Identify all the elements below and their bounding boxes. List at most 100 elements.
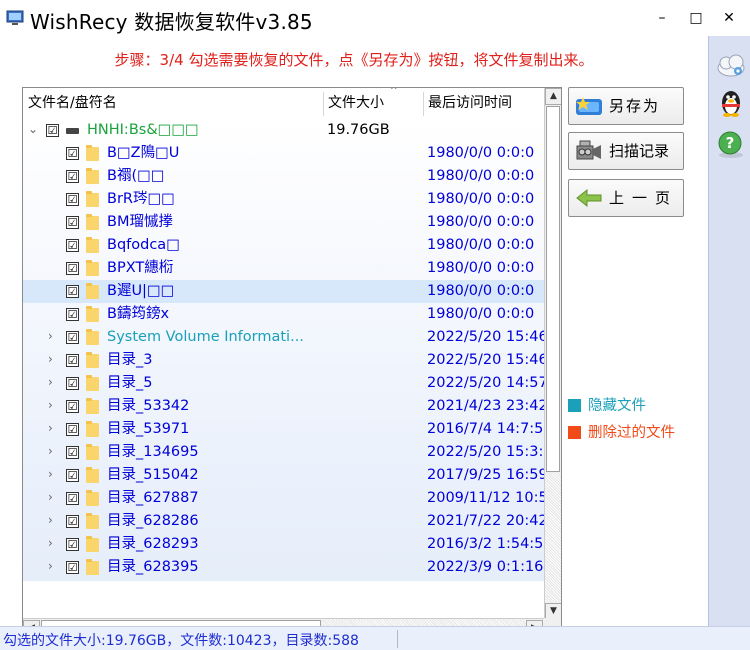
tree-row[interactable]: › ☑ 目录_627887 2009/11/12 10:5	[23, 487, 545, 510]
row-checkbox[interactable]: ☑	[66, 354, 79, 367]
right-sidebar: ?	[708, 36, 750, 626]
row-name: BM瑠慽搼	[107, 214, 173, 230]
collapse-chevron-icon[interactable]: ⌄	[28, 122, 40, 138]
expand-chevron-icon[interactable]: ›	[48, 467, 60, 483]
row-access-time: 1980/0/0 0:0:0	[427, 306, 535, 322]
status-divider	[397, 630, 398, 648]
tree-row[interactable]: › ☑ 目录_5 2022/5/20 14:57	[23, 372, 545, 395]
tree-row[interactable]: › ☑ 目录_515042 2017/9/25 16:59	[23, 464, 545, 487]
row-access-time: 2009/11/12 10:5	[427, 490, 545, 506]
tree-row[interactable]: ☑ Bqfodca□ 1980/0/0 0:0:0	[23, 234, 545, 257]
save-as-icon	[576, 97, 602, 115]
column-header-name[interactable]: 文件名/盘符名	[23, 88, 323, 118]
vertical-scroll-thumb[interactable]	[546, 106, 560, 472]
row-checkbox[interactable]: ☑	[66, 216, 79, 229]
folder-icon	[86, 490, 99, 506]
qq-penguin-icon[interactable]	[715, 88, 747, 118]
close-button[interactable]: ✕	[712, 5, 746, 31]
tree-row[interactable]: › ☑ 目录_628395 2022/3/9 0:1:16	[23, 556, 545, 579]
row-checkbox[interactable]: ☑	[66, 538, 79, 551]
row-checkbox[interactable]: ☑	[66, 147, 79, 160]
folder-icon	[86, 329, 99, 345]
title-bar: WishRecy 数据恢复软件v3.85 – □ ✕	[0, 0, 750, 36]
folder-icon	[86, 214, 99, 230]
vertical-scroll-track[interactable]	[545, 474, 561, 602]
tree-row[interactable]: ☑ BM瑠慽搼 1980/0/0 0:0:0	[23, 211, 545, 234]
vertical-scrollbar[interactable]: ▲ ▼	[544, 88, 561, 620]
row-checkbox[interactable]: ☑	[66, 515, 79, 528]
folder-icon	[86, 375, 99, 391]
tree-row[interactable]: ☑ B□Z隝□U 1980/0/0 0:0:0	[23, 142, 545, 165]
expand-chevron-icon[interactable]: ›	[48, 490, 60, 506]
tree-row[interactable]: ☑ BrR琌□□ 1980/0/0 0:0:0	[23, 188, 545, 211]
row-name: 目录_53971	[107, 421, 190, 437]
row-checkbox[interactable]: ☑	[66, 285, 79, 298]
expand-chevron-icon[interactable]: ›	[48, 559, 60, 575]
tree-row[interactable]: ☑ B禤(□□ 1980/0/0 0:0:0	[23, 165, 545, 188]
tree-row[interactable]: › ☑ 目录_628286 2021/7/22 20:42	[23, 510, 545, 533]
expand-chevron-icon[interactable]: ›	[48, 444, 60, 460]
tree-row[interactable]: ☑ B鑄筠鎊x 1980/0/0 0:0:0	[23, 303, 545, 326]
drive-icon	[66, 128, 79, 134]
column-header-size[interactable]: 文件大小	[323, 88, 423, 118]
tree-row[interactable]: ☑ B遲U|□□ 1980/0/0 0:0:0	[23, 280, 545, 303]
expand-chevron-icon[interactable]: ›	[48, 375, 60, 391]
tree-row[interactable]: › ☑ 目录_53971 2016/7/4 14:7:5	[23, 418, 545, 441]
row-checkbox[interactable]: ☑	[66, 492, 79, 505]
row-name: 目录_53342	[107, 398, 190, 414]
row-checkbox[interactable]: ☑	[66, 377, 79, 390]
row-checkbox[interactable]: ☑	[66, 170, 79, 183]
scan-record-icon	[576, 140, 601, 160]
row-access-time: 2016/7/4 14:7:5	[427, 421, 544, 437]
row-checkbox[interactable]: ☑	[66, 308, 79, 321]
folder-icon	[86, 398, 99, 414]
tree-row[interactable]: › ☑ 目录_53342 2021/4/23 23:42	[23, 395, 545, 418]
window-title: WishRecy 数据恢复软件v3.85	[30, 10, 313, 34]
cloud-gear-icon[interactable]	[715, 50, 747, 80]
folder-icon	[86, 559, 99, 575]
row-access-time: 2017/9/25 16:59	[427, 467, 545, 483]
scan-record-button[interactable]: 扫描记录	[568, 132, 684, 170]
folder-icon	[86, 444, 99, 460]
row-checkbox[interactable]: ☑	[66, 262, 79, 275]
row-name: HNHI:Bs&□□□	[87, 122, 199, 138]
file-tree[interactable]: 文件名/盘符名 文件大小 ^ 最后访问时间 ⌄ ☑ HNHI:Bs&□□□ 19.76…	[22, 87, 562, 638]
expand-chevron-icon	[48, 214, 60, 230]
tree-row[interactable]: ⌄ ☑ HNHI:Bs&□□□ 19.76GB	[23, 119, 545, 142]
minimize-button[interactable]: –	[645, 5, 679, 31]
expand-chevron-icon	[48, 237, 60, 253]
expand-chevron-icon[interactable]: ›	[48, 398, 60, 414]
row-access-time: 2022/3/9 0:1:16	[427, 559, 544, 575]
row-access-time: 2022/5/20 15:46	[427, 329, 545, 345]
tree-row[interactable]: › ☑ System Volume Informati... 2022/5/20 15…	[23, 326, 545, 349]
expand-chevron-icon[interactable]: ›	[48, 352, 60, 368]
expand-chevron-icon[interactable]: ›	[48, 421, 60, 437]
tree-row[interactable]: › ☑ 目录_134695 2022/5/20 15:3:	[23, 441, 545, 464]
row-checkbox[interactable]: ☑	[66, 469, 79, 482]
row-checkbox[interactable]: ☑	[66, 423, 79, 436]
row-checkbox[interactable]: ☑	[66, 239, 79, 252]
row-checkbox[interactable]: ☑	[66, 193, 79, 206]
expand-chevron-icon[interactable]: ›	[48, 329, 60, 345]
save-as-button[interactable]: 另存为	[568, 87, 684, 125]
scroll-up-button[interactable]: ▲	[545, 88, 561, 105]
row-checkbox[interactable]: ☑	[66, 561, 79, 574]
row-access-time: 2022/5/20 14:57	[427, 375, 545, 391]
previous-page-button[interactable]: 上一页	[568, 179, 684, 217]
row-access-time: 2022/5/20 15:46	[427, 352, 545, 368]
step-instruction: 步骤：3/4 勾选需要恢复的文件，点《另存为》按钮，将文件复制出来。	[114, 51, 594, 69]
column-header-time[interactable]: 最后访问时间	[423, 88, 545, 118]
expand-chevron-icon[interactable]: ›	[48, 536, 60, 552]
row-checkbox[interactable]: ☑	[66, 446, 79, 459]
row-checkbox[interactable]: ☑	[66, 331, 79, 344]
expand-chevron-icon[interactable]: ›	[48, 513, 60, 529]
row-checkbox[interactable]: ☑	[66, 400, 79, 413]
help-icon[interactable]: ?	[715, 130, 747, 160]
row-name: BPXT繐椼	[107, 260, 174, 276]
tree-row[interactable]: › ☑ 目录_628293 2016/3/2 1:54:5	[23, 533, 545, 556]
row-checkbox[interactable]: ☑	[46, 124, 59, 137]
save-as-label: 另存为	[609, 97, 661, 115]
tree-row[interactable]: › ☑ 目录_3 2022/5/20 15:46	[23, 349, 545, 372]
maximize-button[interactable]: □	[679, 5, 713, 31]
tree-row[interactable]: ☑ BPXT繐椼 1980/0/0 0:0:0	[23, 257, 545, 280]
